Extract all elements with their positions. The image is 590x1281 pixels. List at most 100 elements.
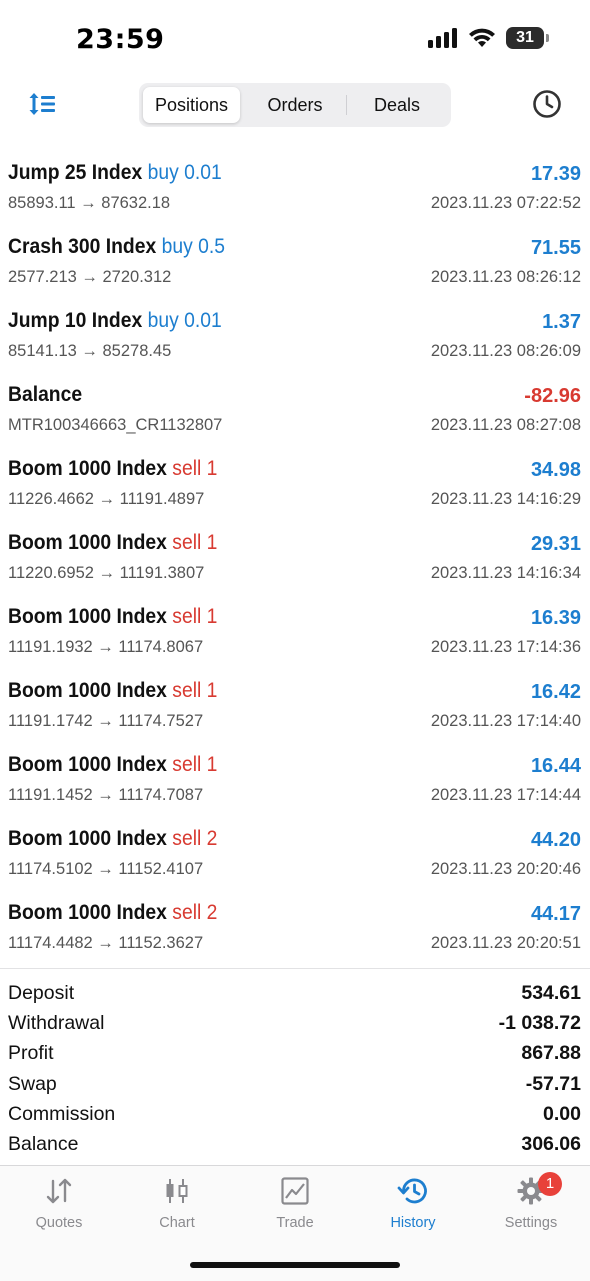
summary-label: Deposit: [8, 982, 75, 1004]
deal-row[interactable]: Balance MTR100346663_CR1132807 -82.96 2023…: [0, 352, 590, 434]
deal-side: sell 1: [172, 531, 218, 554]
deal-title: Boom 1000 Index: [8, 679, 167, 702]
history-icon: [397, 1178, 427, 1204]
summary-value: -1 038.72: [498, 1012, 581, 1035]
summary-label: Swap: [8, 1072, 57, 1095]
deal-symbol: Jump 10 Index buy 0.01: [8, 309, 222, 333]
sort-button[interactable]: [28, 90, 60, 120]
deal-symbol: Boom 1000 Index sell 1: [8, 531, 217, 555]
deal-row[interactable]: Boom 1000 Index sell 2 11174.4482 → 11152…: [0, 870, 590, 952]
clock-icon: [533, 90, 561, 118]
deal-profit: 34.98: [530, 459, 581, 481]
deal-symbol: Balance: [8, 383, 82, 407]
deal-title: Boom 1000 Index: [8, 531, 167, 554]
deal-row[interactable]: Boom 1000 Index sell 1 11191.1452 → 11174…: [0, 722, 590, 804]
deal-profit: -82.96: [524, 385, 581, 407]
deal-row[interactable]: Boom 1000 Index sell 1 11191.1932 → 11174…: [0, 574, 590, 656]
deal-title: Boom 1000 Index: [8, 605, 167, 628]
tab-trade-label: Trade: [276, 1215, 314, 1231]
deal-side: sell 1: [172, 753, 218, 776]
summary-row: Withdrawal -1 038.72: [0, 1009, 590, 1039]
summary-label: Balance: [8, 1133, 79, 1155]
deal-title: Jump 10 Index: [8, 309, 143, 332]
deal-profit: 1.37: [542, 311, 581, 333]
deal-profit: 16.42: [530, 681, 581, 703]
candlestick-icon: [166, 1179, 188, 1203]
summary-row: Commission 0.00: [0, 1100, 590, 1130]
deal-side: buy 0.5: [161, 235, 225, 258]
deal-row[interactable]: Boom 1000 Index sell 2 11174.5102 → 11152…: [0, 796, 590, 878]
deal-row[interactable]: Boom 1000 Index sell 1 11191.1742 → 11174…: [0, 648, 590, 730]
deal-title: Jump 25 Index: [8, 161, 143, 184]
deal-title: Boom 1000 Index: [8, 753, 167, 776]
summary-value: 867.88: [521, 1042, 581, 1065]
deal-side: sell 1: [172, 605, 218, 628]
deal-title: Boom 1000 Index: [8, 457, 167, 480]
deal-title: Boom 1000 Index: [8, 827, 167, 850]
deal-symbol: Boom 1000 Index sell 2: [8, 901, 217, 925]
top-toolbar: Positions Orders Deals: [0, 80, 590, 130]
deals-list[interactable]: Jump 25 Index buy 0.01 85893.11 → 87632.1…: [0, 130, 590, 968]
status-bar: 23:59 31: [0, 0, 590, 80]
tab-quotes[interactable]: Quotes: [0, 1176, 118, 1246]
deal-profit: 44.17: [530, 903, 581, 925]
deal-symbol: Boom 1000 Index sell 1: [8, 679, 217, 703]
deal-row[interactable]: Boom 1000 Index sell 1 11220.6952 → 11191…: [0, 500, 590, 582]
wifi-icon: [469, 28, 495, 47]
home-indicator[interactable]: [190, 1262, 400, 1268]
settings-badge: 1: [538, 1172, 562, 1196]
deal-row[interactable]: Crash 300 Index buy 0.5 2577.213 → 2720.3…: [0, 204, 590, 286]
status-icons: 31: [428, 27, 549, 49]
deal-side: sell 2: [172, 827, 218, 850]
deal-side: sell 1: [172, 457, 218, 480]
summary-value: 306.06: [521, 1133, 581, 1155]
deal-profit: 17.39: [530, 163, 581, 185]
deal-prices: 11174.4482 → 11152.3627: [8, 934, 204, 952]
deal-title: Crash 300 Index: [8, 235, 157, 258]
summary-value: -57.71: [525, 1072, 581, 1095]
tab-chart-label: Chart: [159, 1215, 195, 1231]
tab-settings-label: Settings: [504, 1215, 558, 1231]
summary-row: Balance 306.06: [0, 1130, 590, 1160]
deal-row[interactable]: Boom 1000 Index sell 1 11226.4662 → 11191…: [0, 426, 590, 508]
deal-profit: 44.20: [530, 829, 581, 851]
deal-symbol: Boom 1000 Index sell 2: [8, 827, 217, 851]
summary-value: 0.00: [543, 1102, 581, 1125]
deal-side: sell 1: [172, 679, 218, 702]
deal-profit: 16.44: [530, 755, 581, 777]
deal-time: 2023.11.23 20:20:51: [430, 934, 581, 952]
deal-symbol: Boom 1000 Index sell 1: [8, 753, 217, 777]
tab-positions[interactable]: Positions: [143, 87, 240, 123]
deal-side: buy 0.01: [147, 309, 222, 332]
deal-profit: 29.31: [530, 533, 581, 555]
deal-row[interactable]: Jump 10 Index buy 0.01 85141.13 → 85278.4…: [0, 278, 590, 360]
summary-label: Withdrawal: [8, 1012, 105, 1035]
history-period-button[interactable]: [531, 88, 563, 120]
deal-row[interactable]: Jump 25 Index buy 0.01 85893.11 → 87632.1…: [0, 130, 590, 212]
deal-symbol: Jump 25 Index buy 0.01: [8, 161, 222, 185]
summary-value: 534.61: [521, 982, 581, 1004]
tab-chart[interactable]: Chart: [118, 1176, 236, 1246]
signal-icon: [428, 28, 457, 48]
status-time: 23:59: [76, 24, 165, 55]
trade-chart-icon: [281, 1177, 309, 1205]
deal-symbol: Boom 1000 Index sell 1: [8, 605, 217, 629]
summary-row: Profit 867.88: [0, 1039, 590, 1069]
tab-history[interactable]: History: [354, 1176, 472, 1246]
deal-title: Boom 1000 Index: [8, 901, 167, 924]
battery-icon: 31: [506, 27, 549, 49]
deal-side: buy 0.01: [147, 161, 222, 184]
tab-history-label: History: [390, 1215, 436, 1231]
segmented-control: Positions Orders Deals: [139, 83, 451, 127]
deal-profit: 71.55: [530, 237, 581, 259]
sort-icon: [29, 93, 55, 115]
tab-quotes-label: Quotes: [35, 1215, 83, 1231]
summary-row: Deposit 534.61: [0, 979, 590, 1009]
tab-deals[interactable]: Deals: [347, 87, 447, 123]
tab-orders[interactable]: Orders: [244, 87, 346, 123]
deal-symbol: Crash 300 Index buy 0.5: [8, 235, 225, 259]
summary-label: Profit: [8, 1042, 54, 1065]
deal-title: Balance: [8, 383, 83, 406]
tab-settings[interactable]: 1 Settings: [472, 1172, 590, 1246]
tab-trade[interactable]: Trade: [236, 1176, 354, 1246]
